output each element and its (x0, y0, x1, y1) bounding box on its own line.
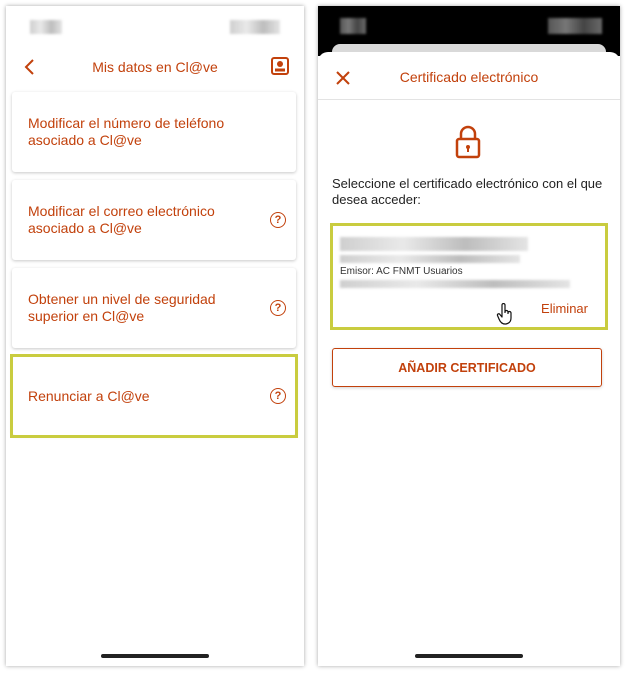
status-time-blurred (340, 18, 366, 34)
profile-button[interactable] (270, 56, 290, 76)
help-icon[interactable]: ? (270, 212, 286, 228)
menu-item-modify-phone[interactable]: Modificar el número de teléfono asociado… (12, 92, 296, 172)
menu-item-modify-email[interactable]: Modificar el correo electrónico asociado… (12, 180, 296, 260)
status-bar (6, 6, 304, 42)
menu-item-label: Modificar el correo electrónico asociado… (28, 203, 215, 236)
right-phone-screen: Certificado electrónico Seleccione el ce… (318, 6, 620, 666)
menu-item-security-level[interactable]: Obtener un nivel de seguridad superior e… (12, 268, 296, 348)
header-divider (318, 99, 620, 100)
highlight-box (10, 354, 298, 438)
menu-item-label: Modificar el número de teléfono asociado… (28, 115, 225, 148)
page-title: Mis datos en Cl@ve (92, 59, 218, 75)
modal-title: Certificado electrónico (399, 69, 539, 85)
add-certificate-button[interactable]: AÑADIR CERTIFICADO (332, 348, 602, 387)
home-indicator (415, 654, 523, 658)
instructions-text: Seleccione el certificado electrónico co… (332, 176, 603, 207)
highlight-box (330, 223, 608, 330)
status-time-blurred (30, 20, 62, 34)
id-card-icon (271, 57, 289, 75)
left-phone-screen: Mis datos en Cl@ve Modificar el número d… (6, 6, 304, 666)
status-icons-blurred (548, 18, 602, 34)
menu-item-label: Obtener un nivel de seguridad superior e… (28, 291, 216, 324)
modal-header: Certificado electrónico (318, 60, 620, 96)
help-icon[interactable]: ? (270, 300, 286, 316)
top-bar: Mis datos en Cl@ve (6, 50, 304, 84)
status-icons-blurred (230, 20, 280, 34)
home-indicator (101, 654, 209, 658)
lock-icon (454, 124, 482, 160)
